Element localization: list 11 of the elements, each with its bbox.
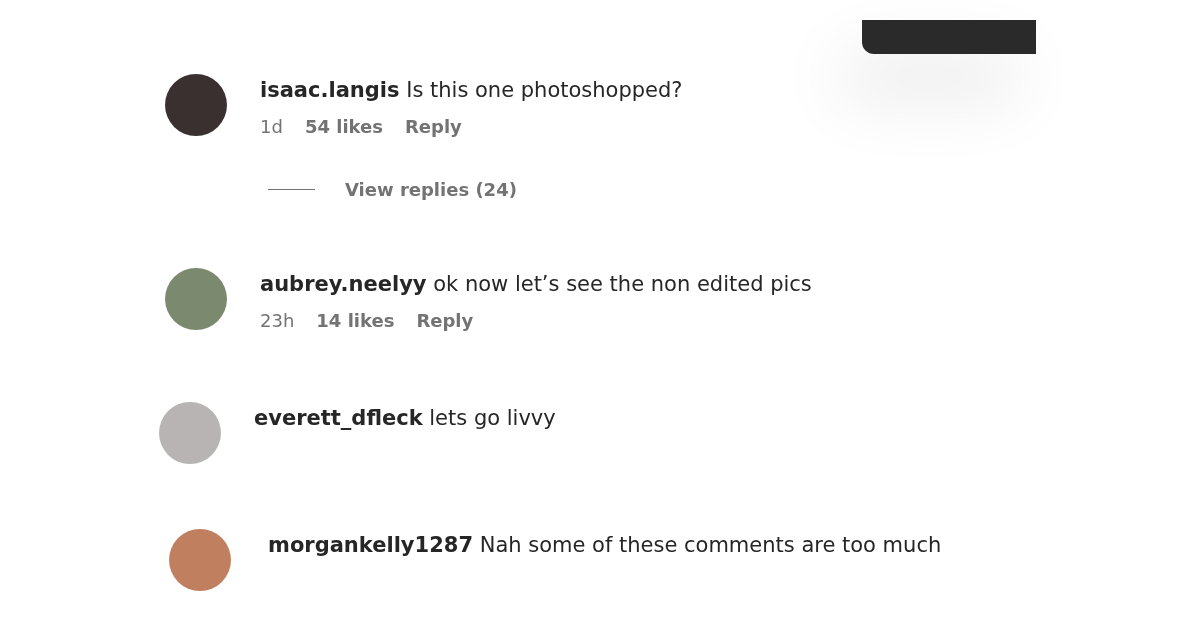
comment-text: aubrey.neelyy ok now let’s see the non edited pics (260, 272, 812, 296)
comment-time: 23h (260, 310, 295, 331)
reply-link[interactable]: Reply (416, 310, 474, 331)
comment-text: isaac.langis Is this one photoshopped? (260, 78, 683, 102)
view-replies-link[interactable]: View replies (24) (345, 179, 517, 200)
comment-time: 1d (260, 116, 283, 137)
like-count[interactable]: 54 likes (304, 116, 383, 137)
comment-text: morgankelly1287 Nah some of these comments are too much (268, 533, 942, 557)
like-count[interactable]: 14 likes (316, 310, 395, 331)
reply-link[interactable]: Reply (404, 116, 462, 137)
comment-text: everett_dfleck lets go livvy (254, 406, 556, 430)
